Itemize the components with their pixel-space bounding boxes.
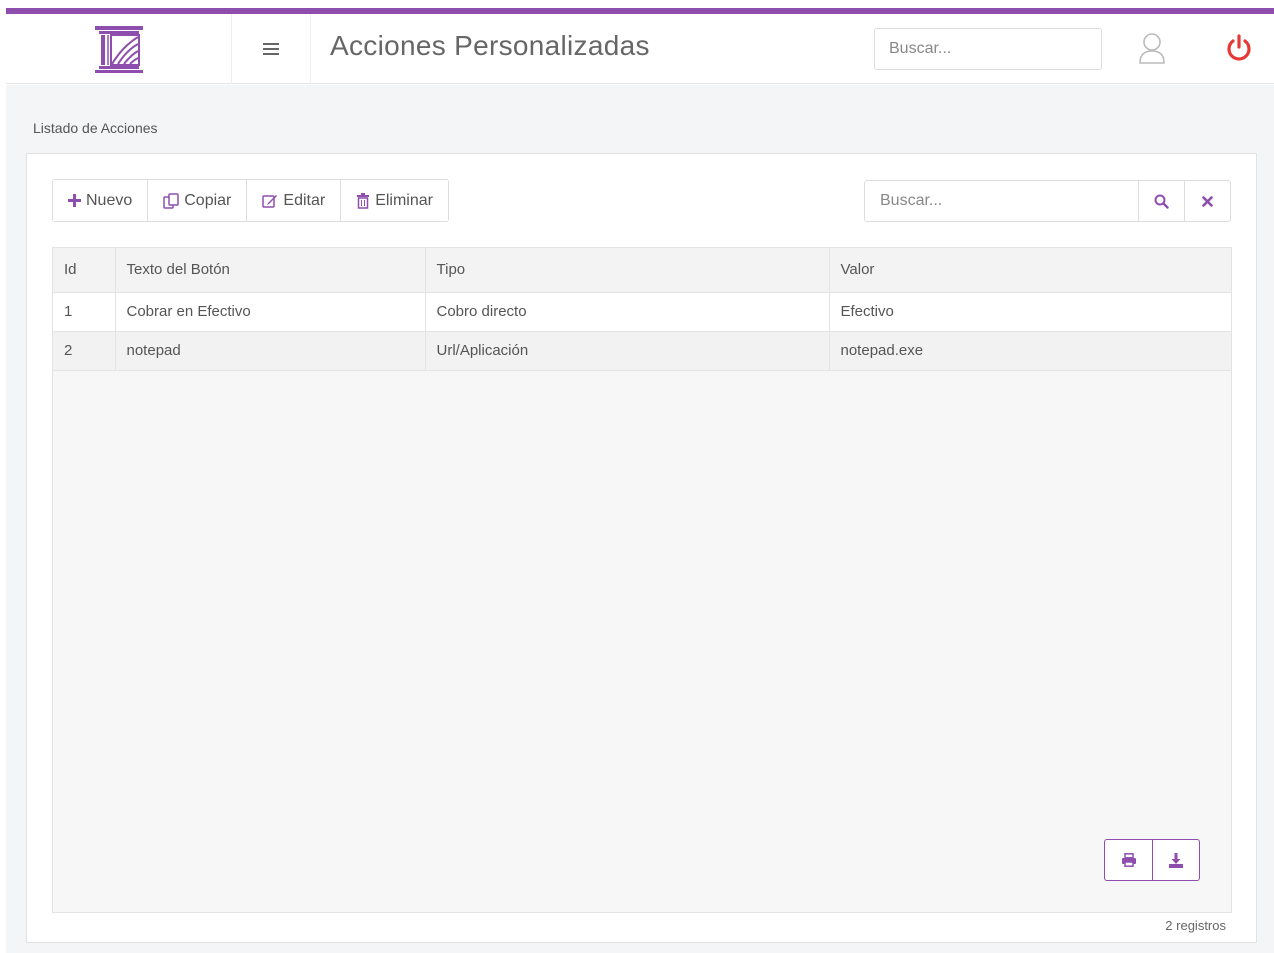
- edit-icon: [262, 193, 278, 209]
- app-header: Acciones Personalizadas: [6, 14, 1274, 84]
- close-icon: [1202, 195, 1213, 207]
- download-button[interactable]: [1152, 840, 1199, 880]
- actions-table: Id Texto del Botón Tipo Valor 1 Cobrar e…: [53, 248, 1231, 371]
- search-icon: [1154, 194, 1169, 209]
- trash-icon: [356, 192, 370, 209]
- grid-clear-button[interactable]: [1184, 181, 1230, 221]
- logout-button[interactable]: [1224, 33, 1254, 63]
- cell-id: 1: [53, 292, 116, 332]
- data-grid: Id Texto del Botón Tipo Valor 1 Cobrar e…: [52, 247, 1232, 913]
- print-icon: [1121, 853, 1136, 867]
- table-row[interactable]: 2 notepad Url/Aplicación notepad.exe: [53, 331, 1231, 371]
- cell-id: 2: [53, 331, 116, 371]
- user-profile-button[interactable]: [1138, 32, 1166, 64]
- download-icon: [1169, 852, 1183, 868]
- cell-type: Url/Aplicación: [425, 331, 830, 371]
- plus-icon: [68, 194, 81, 207]
- hamburger-icon: [263, 43, 279, 55]
- delete-button-label: Eliminar: [375, 191, 433, 209]
- cell-value: notepad.exe: [829, 331, 1231, 371]
- edit-button[interactable]: Editar: [247, 180, 342, 221]
- grid-search-button[interactable]: [1138, 181, 1184, 221]
- cell-button-text: Cobrar en Efectivo: [115, 292, 426, 332]
- section-label: Listado de Acciones: [33, 120, 158, 136]
- cell-type: Cobro directo: [425, 292, 830, 332]
- copy-button-label: Copiar: [184, 191, 232, 209]
- app-logo[interactable]: [6, 14, 231, 84]
- copy-button[interactable]: Copiar: [148, 180, 248, 221]
- record-count: 2 registros: [1165, 918, 1226, 933]
- table-row[interactable]: 1 Cobrar en Efectivo Cobro directo Efect…: [53, 292, 1231, 332]
- new-button[interactable]: Nuevo: [53, 180, 149, 221]
- edit-button-label: Editar: [283, 191, 326, 209]
- column-header-button-text[interactable]: Texto del Botón: [115, 248, 426, 293]
- power-icon: [1227, 34, 1251, 61]
- menu-toggle-button[interactable]: [231, 14, 311, 84]
- column-header-type[interactable]: Tipo: [425, 248, 830, 293]
- page-title: Acciones Personalizadas: [330, 30, 650, 61]
- user-icon: [1139, 33, 1165, 64]
- copy-icon: [163, 192, 179, 209]
- delete-button[interactable]: Eliminar: [341, 180, 448, 221]
- cell-value: Efectivo: [829, 292, 1231, 332]
- columns-logo-icon: [94, 26, 143, 73]
- column-header-value[interactable]: Valor: [829, 248, 1231, 293]
- header-search-input[interactable]: [874, 28, 1102, 70]
- grid-search-input[interactable]: [865, 181, 1138, 221]
- column-header-id[interactable]: Id: [53, 248, 116, 293]
- export-button-group: [1104, 839, 1200, 881]
- cell-button-text: notepad: [115, 331, 426, 371]
- action-toolbar: Nuevo Copiar Editar Eliminar: [52, 179, 449, 222]
- table-header-row: Id Texto del Botón Tipo Valor: [53, 248, 1231, 293]
- new-button-label: Nuevo: [86, 191, 133, 209]
- print-button[interactable]: [1105, 840, 1152, 880]
- grid-search-group: [864, 180, 1231, 222]
